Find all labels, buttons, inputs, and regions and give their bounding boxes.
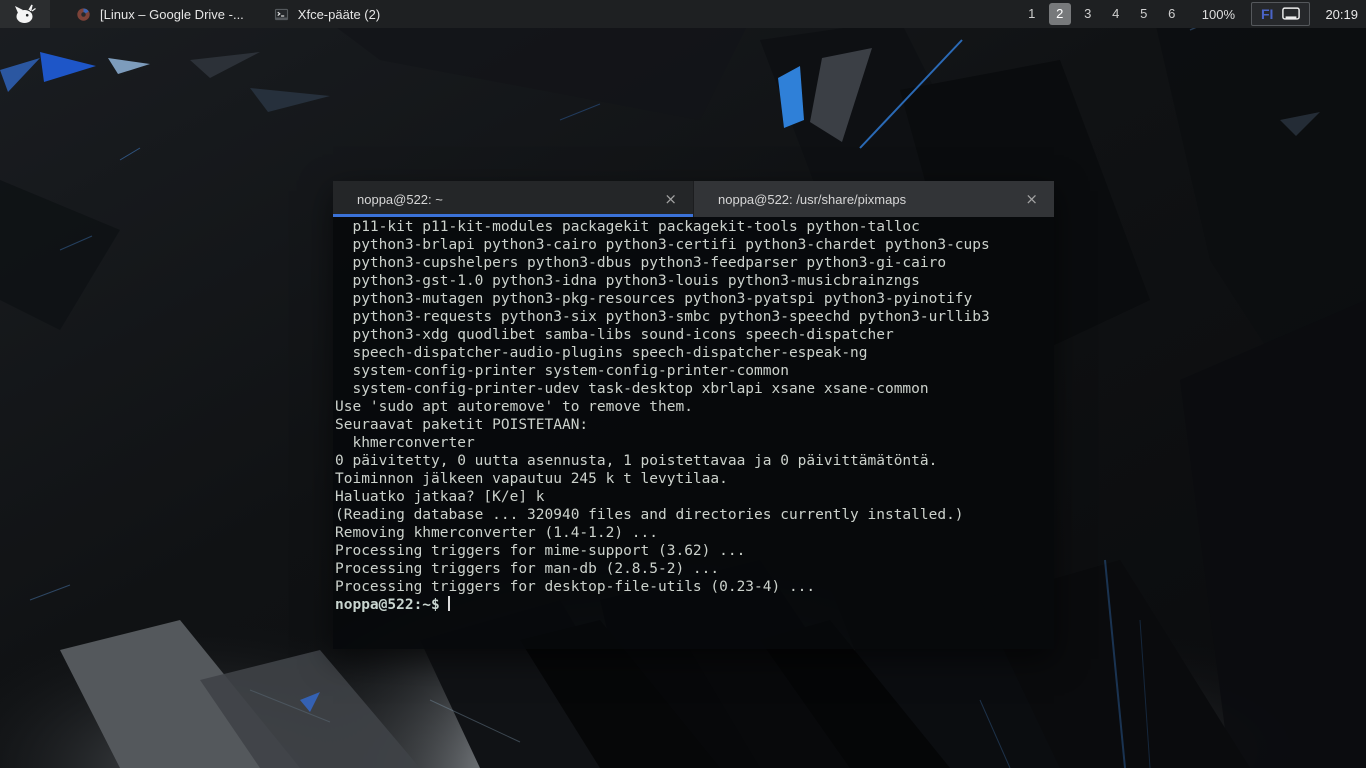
workspace-4[interactable]: 4	[1105, 3, 1127, 25]
terminal-line: python3-gst-1.0 python3-idna python3-lou…	[335, 272, 1052, 290]
window-button-label: Xfce-pääte (2)	[298, 7, 380, 22]
terminal-tabbar: noppa@522: ~ × noppa@522: /usr/share/pix…	[333, 181, 1054, 217]
workspace-1[interactable]: 1	[1021, 3, 1043, 25]
keyboard-layout-indicator[interactable]: FI	[1251, 2, 1310, 26]
terminal-tab-home[interactable]: noppa@522: ~ ×	[333, 181, 694, 217]
tab-title: noppa@522: ~	[357, 192, 661, 207]
tab-close-icon[interactable]: ×	[1022, 190, 1041, 209]
terminal-line: Removing khmerconverter (1.4-1.2) ...	[335, 524, 1052, 542]
top-panel: [Linux – Google Drive -... Xfce-pääte (2…	[0, 0, 1366, 28]
terminal-line: python3-cupshelpers python3-dbus python3…	[335, 254, 1052, 272]
terminal-line: p11-kit p11-kit-modules packagekit packa…	[335, 218, 1052, 236]
terminal-line: Haluatko jatkaa? [K/e] k	[335, 488, 1052, 506]
terminal-line: Processing triggers for man-db (2.8.5-2)…	[335, 560, 1052, 578]
window-button-google-drive[interactable]: [Linux – Google Drive -...	[66, 0, 254, 28]
terminal-tab-pixmaps[interactable]: noppa@522: /usr/share/pixmaps ×	[694, 181, 1054, 217]
window-buttons: [Linux – Google Drive -... Xfce-pääte (2…	[66, 0, 390, 28]
terminal-line: Processing triggers for mime-support (3.…	[335, 542, 1052, 560]
workspace-2-active[interactable]: 2	[1049, 3, 1071, 25]
terminal-line: khmerconverter	[335, 434, 1052, 452]
terminal-line: system-config-printer system-config-prin…	[335, 362, 1052, 380]
keyboard-layout-code: FI	[1261, 6, 1273, 22]
terminal-output[interactable]: p11-kit p11-kit-modules packagekit packa…	[333, 217, 1054, 649]
terminal-line: speech-dispatcher-audio-plugins speech-d…	[335, 344, 1052, 362]
terminal-cursor	[448, 596, 450, 611]
terminal-line: Processing triggers for desktop-file-uti…	[335, 578, 1052, 596]
tab-title: noppa@522: /usr/share/pixmaps	[718, 192, 1022, 207]
workspace-6[interactable]: 6	[1161, 3, 1183, 25]
terminal-line: 0 päivitetty, 0 uutta asennusta, 1 poist…	[335, 452, 1052, 470]
shell-prompt: noppa@522:~$	[335, 597, 440, 613]
window-button-label: [Linux – Google Drive -...	[100, 7, 244, 22]
terminal-line: Toiminnon jälkeen vapautuu 245 k t levyt…	[335, 470, 1052, 488]
terminal-line: Use 'sudo apt autoremove' to remove them…	[335, 398, 1052, 416]
applications-menu-button[interactable]	[0, 0, 50, 28]
terminal-prompt-line: noppa@522:~$	[335, 596, 1052, 614]
terminal-line: Seuraavat paketit POISTETAAN:	[335, 416, 1052, 434]
terminal-window-icon	[274, 7, 289, 22]
volume-level[interactable]: 100%	[1202, 7, 1235, 22]
workspace-pager: 1 2 3 4 5 6	[1018, 3, 1186, 25]
clock[interactable]: 20:19	[1325, 7, 1358, 22]
display-icon	[1282, 7, 1300, 21]
browser-window-icon	[76, 7, 91, 22]
tab-close-icon[interactable]: ×	[661, 190, 680, 209]
terminal-line: (Reading database ... 320940 files and d…	[335, 506, 1052, 524]
terminal-line: python3-requests python3-six python3-smb…	[335, 308, 1052, 326]
terminal-window: noppa@522: ~ × noppa@522: /usr/share/pix…	[333, 181, 1054, 649]
terminal-line: python3-brlapi python3-cairo python3-cer…	[335, 236, 1052, 254]
terminal-line: python3-mutagen python3-pkg-resources py…	[335, 290, 1052, 308]
workspace-5[interactable]: 5	[1133, 3, 1155, 25]
workspace-3[interactable]: 3	[1077, 3, 1099, 25]
panel-right: 1 2 3 4 5 6 100% FI 20:19	[1018, 2, 1366, 26]
terminal-line: python3-xdg quodlibet samba-libs sound-i…	[335, 326, 1052, 344]
terminal-line: system-config-printer-udev task-desktop …	[335, 380, 1052, 398]
xfce-mouse-icon	[13, 3, 37, 25]
window-button-terminal[interactable]: Xfce-pääte (2)	[264, 0, 390, 28]
